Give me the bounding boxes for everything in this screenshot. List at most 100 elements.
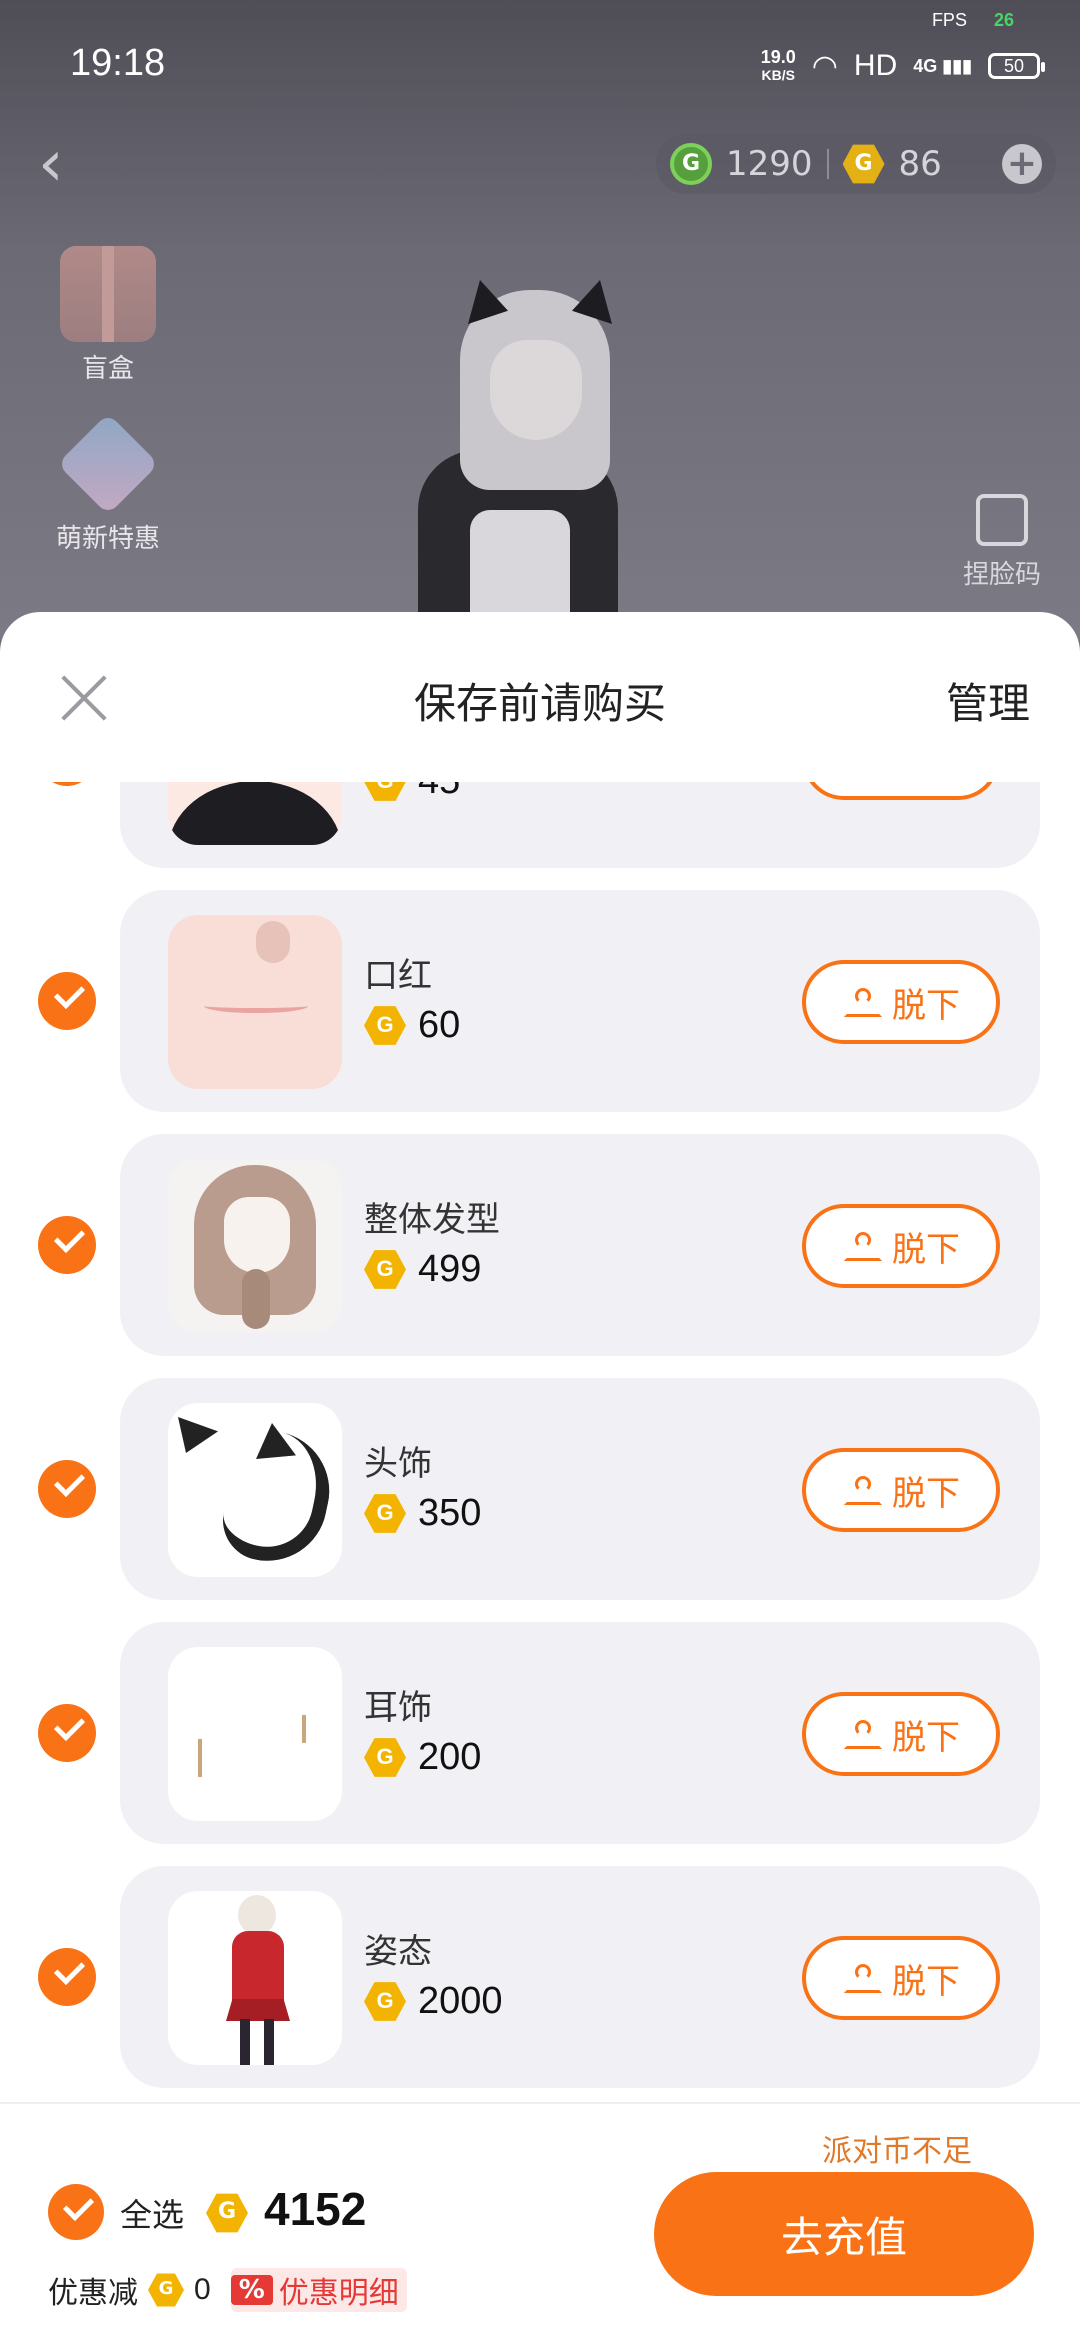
item-checkbox[interactable] [38,1704,96,1762]
hair-braid [242,1269,270,1329]
hanger-icon [842,1964,882,1992]
item-checkbox[interactable] [38,1948,96,2006]
fps-value: 26 [993,10,1014,30]
newbie-offer-label: 萌新特惠 [55,524,160,554]
newbie-offer-entry[interactable]: 萌新特惠 [48,413,168,555]
item-checkbox[interactable] [38,1460,96,1518]
take-off-button[interactable]: 脱下 [802,1204,1000,1288]
item-checkbox[interactable] [38,972,96,1030]
gold-coin-balance: 86 [898,144,942,184]
network-speed-unit: KB/S [761,67,795,83]
select-all-label[interactable]: 全选 [120,2190,184,2236]
cell-signal-icon: 4G ▮▮▮ [913,55,972,76]
figure-legs [240,2019,274,2065]
item-price: 2000 [364,1980,503,2023]
item-price: 200 [364,1736,481,1779]
discount-detail-label: 优惠明细 [278,2276,399,2311]
status-icons: 19.0 KB/S ◠ HD 4G ▮▮▮ 50 [761,44,1045,88]
item-name: 整体发型 [364,1200,500,1240]
add-currency-button[interactable]: + [1002,144,1042,184]
take-off-label: 脱下 [892,1961,960,2002]
recharge-button[interactable]: 去充值 [654,2172,1034,2296]
hanger-icon [842,1232,882,1260]
status-time: 19:18 [70,42,166,84]
item-thumbnail [168,1159,342,1333]
take-off-button[interactable]: 脱下 [802,1692,1000,1776]
earring-shape [302,1715,306,1743]
item-thumbnail [168,1403,342,1577]
network-speed: 19.0 KB/S [761,48,796,84]
discount-detail-button[interactable]: % 优惠明细 [230,2268,407,2312]
list-item: 姿态 2000 脱下 [0,1866,1080,2088]
take-off-label: 脱下 [892,985,960,1026]
item-name: 姿态 [364,1932,432,1972]
item-checkbox[interactable] [38,1216,96,1274]
item-name: 头饰 [364,1444,432,1484]
status-bar: 19:18 FPS 26 19.0 KB/S ◠ HD 4G ▮▮▮ 50 [0,0,1080,120]
take-off-label: 脱下 [892,1473,960,1514]
item-price: 350 [364,1492,481,1535]
newbie-offer-icon [57,413,159,515]
face-code-entry[interactable]: 捏脸码 [952,494,1052,591]
take-off-button[interactable]: 脱下 [802,1448,1000,1532]
item-thumbnail [168,1891,342,2065]
item-price-value: 45 [418,782,460,803]
total-price: 4152 [264,2183,367,2235]
item-price-value: 60 [418,1004,461,1046]
purchase-sheet: 保存前请购买 管理 45 脱下 [0,612,1080,2340]
lip-shape [204,999,308,1013]
avatar-character [400,270,660,640]
coin-icon [364,1494,406,1533]
item-name: 口红 [364,956,432,996]
manage-button[interactable]: 管理 [946,670,1030,731]
item-card: 45 脱下 [120,782,1040,868]
take-off-label: 脱下 [892,1717,960,1758]
battery-icon: 50 [988,53,1045,79]
take-off-label: 脱下 [892,1229,960,1270]
list-item: 45 脱下 [0,782,1080,868]
coin-icon [364,1738,406,1777]
blind-box-label: 盲盒 [81,354,134,384]
percent-icon: % [230,2275,273,2305]
coin-icon [148,2273,184,2307]
item-card: 口红 60 脱下 [120,890,1040,1112]
item-thumbnail [168,915,342,1089]
select-all-checkbox[interactable] [48,2184,104,2240]
item-card: 姿态 2000 脱下 [120,1866,1040,2088]
back-arrow-icon[interactable]: ‹ [38,132,64,196]
chin-shape [168,782,342,845]
item-price-value: 200 [418,1736,482,1778]
item-card: 头饰 350 脱下 [120,1378,1040,1600]
coin-icon [364,1250,406,1289]
coin-icon [364,1006,406,1045]
earring-shape [198,1739,202,1777]
take-off-button[interactable]: 脱下 [802,782,1000,800]
item-list[interactable]: 45 脱下 口红 60 [0,782,1080,2102]
hd-indicator: HD [853,49,898,82]
fps-label: FPS [931,10,967,30]
list-item: 头饰 350 脱下 [0,1378,1080,1600]
item-price-value: 2000 [418,1980,503,2022]
blind-box-entry[interactable]: 盲盒 [48,246,168,385]
take-off-label: 脱下 [892,782,960,783]
network-type: 4G [913,55,938,76]
take-off-button[interactable]: 脱下 [802,960,1000,1044]
item-price: 499 [364,1248,481,1291]
take-off-button[interactable]: 脱下 [802,1936,1000,2020]
item-name: 耳饰 [364,1688,432,1728]
discount-row: 优惠减 0 % 优惠明细 [48,2268,407,2312]
currency-divider [826,149,829,179]
figure-skirt [226,1999,290,2021]
discount-label: 优惠减 [48,2276,138,2311]
item-checkbox[interactable] [38,782,96,786]
hair-face-gap [224,1197,290,1273]
green-coin-icon: G [670,143,712,185]
hanger-icon [842,1476,882,1504]
insufficient-balance-notice: 派对币不足 [822,2134,972,2169]
gift-box-icon [60,246,156,342]
network-speed-value: 19.0 [760,47,796,67]
coin-icon [364,1982,406,2021]
gold-coin-icon: G [842,144,885,184]
tail-shape [215,1424,341,1572]
list-item: 整体发型 499 脱下 [0,1134,1080,1356]
